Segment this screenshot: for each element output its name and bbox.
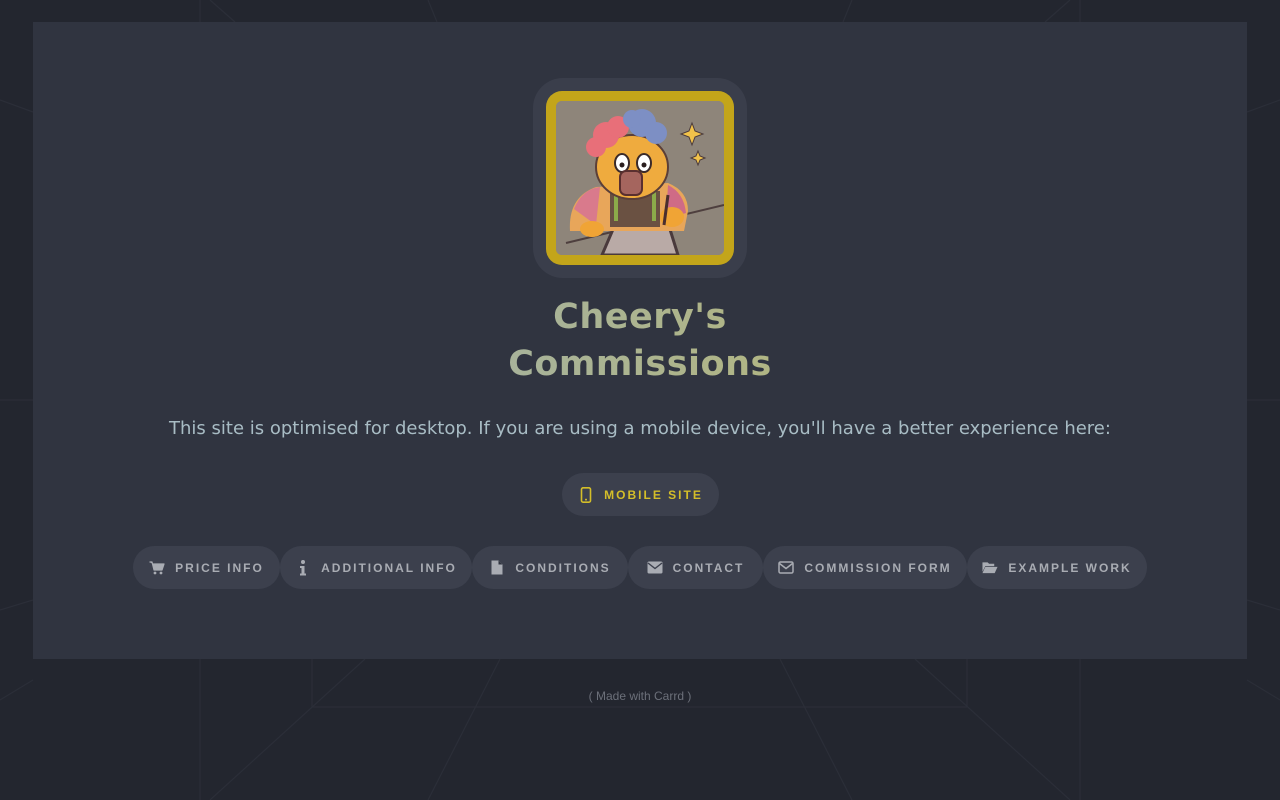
example-work-label: EXAMPLE WORK	[1008, 560, 1132, 575]
commission-form-label: COMMISSION FORM	[804, 560, 952, 575]
price-info-button[interactable]: PRICE INFO	[133, 546, 280, 589]
envelope-outline-icon	[778, 560, 795, 576]
contact-label: CONTACT	[672, 560, 745, 575]
mobile-site-button[interactable]: MOBILE SITE	[562, 473, 719, 516]
main-card: Cheery's Commissions This site is optimi…	[33, 22, 1247, 659]
additional-info-label: ADDITIONAL INFO	[321, 560, 457, 575]
avatar-frame	[533, 78, 747, 278]
example-work-button[interactable]: EXAMPLE WORK	[967, 546, 1147, 589]
mobile-phone-icon	[578, 486, 594, 503]
contact-button[interactable]: CONTACT	[628, 546, 763, 589]
folder-open-icon	[982, 560, 998, 576]
page-title: Cheery's Commissions	[33, 294, 1247, 388]
envelope-icon	[647, 560, 663, 576]
cart-icon	[149, 560, 165, 576]
avatar-image	[556, 101, 724, 255]
price-info-label: PRICE INFO	[175, 560, 264, 575]
title-line-1: Cheery's	[553, 297, 727, 337]
document-icon	[489, 560, 505, 576]
additional-info-button[interactable]: ADDITIONAL INFO	[280, 546, 472, 589]
commission-form-button[interactable]: COMMISSION FORM	[763, 546, 967, 589]
conditions-button[interactable]: CONDITIONS	[472, 546, 628, 589]
mobile-site-label: MOBILE SITE	[604, 487, 703, 502]
conditions-label: CONDITIONS	[515, 560, 611, 575]
made-with-carrd-link[interactable]: ( Made with Carrd )	[0, 689, 1280, 703]
info-icon	[295, 559, 311, 576]
title-line-2: Commissions	[508, 344, 772, 384]
desktop-notice: This site is optimised for desktop. If y…	[169, 418, 1111, 439]
avatar-border	[546, 91, 734, 265]
